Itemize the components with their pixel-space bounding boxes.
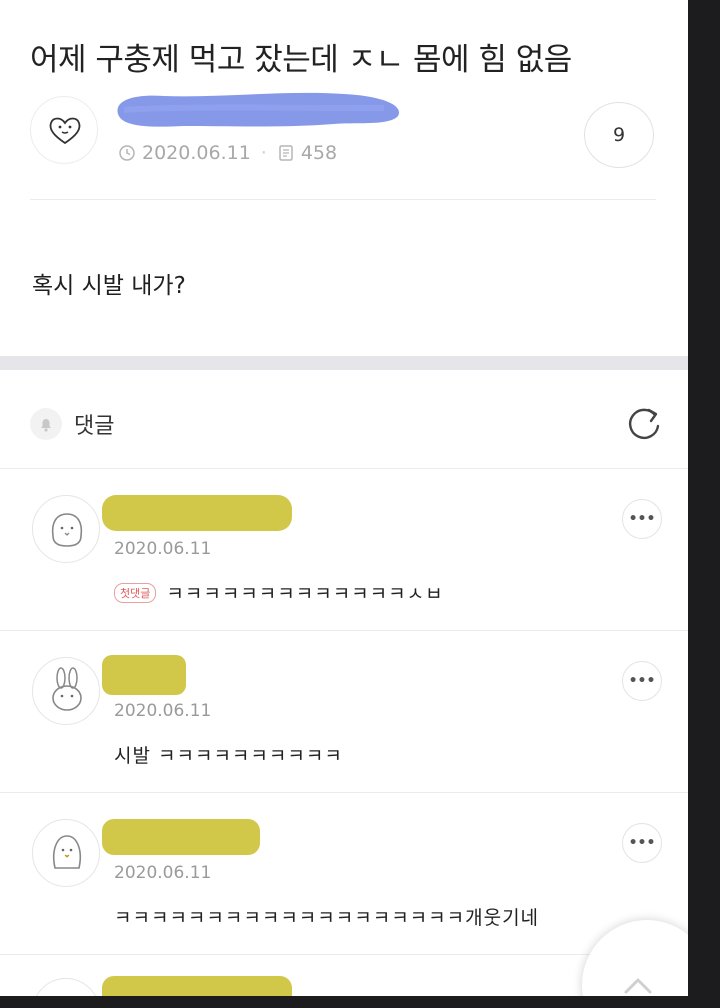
- comment-body: ㅋㅋㅋㅋㅋㅋㅋㅋㅋㅋㅋㅋㅋㅋㅋㅋㅋㅋㅋ개웃기네: [114, 907, 540, 929]
- post-meta: 2020.06.11 · 458: [118, 142, 337, 164]
- post-body: 혹시 시발 내가?: [32, 273, 186, 299]
- section-separator: [0, 356, 688, 370]
- comments-label: 댓글: [74, 414, 115, 439]
- comment-body: 시발 ㅋㅋㅋㅋㅋㅋㅋㅋㅋㅋ: [114, 745, 343, 767]
- comment-avatar[interactable]: [32, 657, 100, 725]
- first-comment-badge: 첫댓글: [114, 583, 157, 603]
- penguin-face-icon: [52, 835, 82, 869]
- more-options-button[interactable]: •••: [622, 499, 662, 539]
- chevron-up-icon: [624, 978, 652, 994]
- post-title: 어제 구충제 먹고 잤는데 ㅈㄴ 몸에 힘 없음: [30, 42, 572, 78]
- comment-text: 첫댓글 ㅋㅋㅋㅋㅋㅋㅋㅋㅋㅋㅋㅋㅋㅅㅂ: [114, 579, 444, 606]
- refresh-icon[interactable]: [622, 402, 666, 446]
- scroll-top-button[interactable]: [582, 920, 688, 1008]
- commenter-name-redaction: [102, 655, 186, 695]
- document-icon: [279, 145, 293, 161]
- screen-edge: [0, 996, 720, 1008]
- comment-count-badge[interactable]: 9: [584, 102, 654, 168]
- rabbit-face-icon: [52, 667, 82, 711]
- ghost-face-icon: [51, 513, 83, 547]
- post-date: 2020.06.11: [142, 142, 251, 164]
- meta-separator: ·: [260, 142, 267, 164]
- comment-date: 2020.06.11: [114, 701, 212, 721]
- bell-icon[interactable]: [30, 408, 62, 440]
- author-name-redaction: [117, 92, 400, 127]
- comment-date: 2020.06.11: [114, 863, 212, 883]
- commenter-name-redaction: [102, 819, 260, 855]
- comment-body: ㅋㅋㅋㅋㅋㅋㅋㅋㅋㅋㅋㅋㅋㅅㅂ: [166, 583, 444, 605]
- post-screen: 어제 구충제 먹고 잤는데 ㅈㄴ 몸에 힘 없음 2020.06.11 · 45…: [0, 0, 688, 1008]
- comment-item: 2020.06.11 시발 ㅋㅋㅋㅋㅋㅋㅋㅋㅋㅋ •••: [0, 631, 688, 793]
- more-options-button[interactable]: •••: [622, 661, 662, 701]
- screen-edge: [688, 0, 720, 1008]
- comment-item: 2020.06.11 첫댓글 ㅋㅋㅋㅋㅋㅋㅋㅋㅋㅋㅋㅋㅋㅅㅂ •••: [0, 469, 688, 631]
- commenter-name-redaction: [102, 495, 292, 531]
- view-count: 458: [300, 142, 338, 164]
- heart-face-icon: [49, 117, 81, 145]
- author-avatar[interactable]: [30, 96, 98, 164]
- comment-date: 2020.06.11: [114, 539, 212, 559]
- comment-avatar[interactable]: [32, 819, 100, 887]
- comments-header: 댓글: [30, 404, 114, 444]
- more-options-button[interactable]: •••: [622, 823, 662, 863]
- divider: [30, 199, 656, 200]
- comment-avatar[interactable]: [32, 495, 100, 563]
- clock-icon: [119, 145, 135, 161]
